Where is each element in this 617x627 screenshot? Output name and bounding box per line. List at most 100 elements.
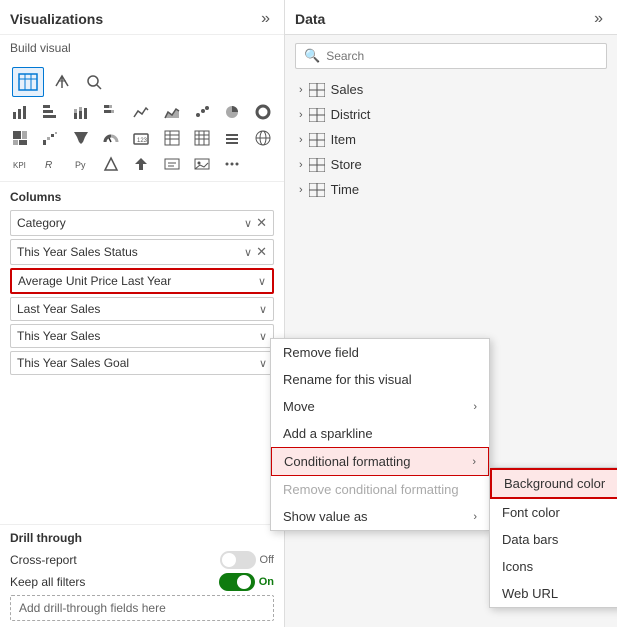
field-actions-sales-status: ∨ ✕: [244, 244, 267, 260]
menu-item-remove-field[interactable]: Remove field: [271, 339, 489, 366]
cross-report-toggle-text: Off: [260, 554, 274, 566]
field-chevron-category[interactable]: ∨: [244, 217, 252, 230]
viz-table-icon[interactable]: [12, 67, 44, 97]
viz-r-icon[interactable]: R: [36, 151, 64, 177]
viz-funnel-icon[interactable]: [67, 125, 95, 151]
viz-hbar-icon[interactable]: [36, 99, 64, 125]
visualizations-panel: Visualizations » Build visual: [0, 0, 285, 627]
search-input[interactable]: [326, 49, 598, 63]
context-menu-secondary: Background color Font color Data bars Ic…: [489, 467, 617, 608]
menu-item-rename[interactable]: Rename for this visual: [271, 366, 489, 393]
field-close-category[interactable]: ✕: [256, 215, 267, 231]
viz-image-icon[interactable]: [188, 151, 216, 177]
viz-scatter-icon[interactable]: [188, 99, 216, 125]
menu-item-show-value-as[interactable]: Show value as ›: [271, 503, 489, 530]
tree-item-district[interactable]: › District: [295, 102, 607, 127]
viz-icons-row1: [6, 99, 278, 125]
viz-map-icon[interactable]: [249, 125, 277, 151]
menu-item-remove-cond-fmt: Remove conditional formatting: [271, 476, 489, 503]
viz-hstack-icon[interactable]: [97, 99, 125, 125]
viz-matrix-icon[interactable]: [188, 125, 216, 151]
tree-item-store[interactable]: › Store: [295, 152, 607, 177]
field-close-sales-status[interactable]: ✕: [256, 244, 267, 260]
svg-text:R: R: [45, 160, 52, 171]
field-row-category[interactable]: Category ∨ ✕: [10, 210, 274, 236]
viz-donut-icon[interactable]: [249, 99, 277, 125]
panel-collapse-button[interactable]: »: [257, 8, 274, 30]
menu-chevron-show-value: ›: [473, 511, 477, 523]
submenu-item-data-bars[interactable]: Data bars: [490, 526, 617, 553]
viz-more-icon[interactable]: [218, 151, 246, 177]
viz-textbox-icon[interactable]: [158, 151, 186, 177]
menu-chevron-cond-fmt: ›: [472, 456, 476, 468]
keep-filters-toggle[interactable]: [219, 573, 255, 591]
submenu-item-icons[interactable]: Icons: [490, 553, 617, 580]
submenu-item-background-color[interactable]: Background color: [490, 468, 617, 499]
time-table-icon: [309, 183, 325, 197]
field-row-last-year[interactable]: Last Year Sales ∨: [10, 297, 274, 321]
field-chevron-avg-price[interactable]: ∨: [258, 275, 266, 288]
viz-stack-icon[interactable]: [67, 99, 95, 125]
viz-search-icon[interactable]: [80, 69, 108, 95]
viz-waterfall-icon[interactable]: [36, 125, 64, 151]
field-actions-this-year-goal: ∨: [259, 357, 267, 370]
tree-chevron-item: ›: [299, 134, 303, 146]
field-row-sales-status[interactable]: This Year Sales Status ∨ ✕: [10, 239, 274, 265]
cross-report-toggle[interactable]: [220, 551, 256, 569]
viz-pie-icon[interactable]: [218, 99, 246, 125]
field-chevron-this-year[interactable]: ∨: [259, 330, 267, 343]
context-menu-primary: Remove field Rename for this visual Move…: [270, 338, 490, 531]
viz-bar-icon[interactable]: [6, 99, 34, 125]
viz-icons-row2: 123: [6, 125, 278, 151]
tree-label-store: Store: [331, 157, 362, 172]
search-box: 🔍: [295, 43, 607, 69]
viz-table2-icon[interactable]: [158, 125, 186, 151]
viz-slicer-icon[interactable]: [218, 125, 246, 151]
tree-item-item[interactable]: › Item: [295, 127, 607, 152]
viz-arrow-icon[interactable]: [127, 151, 155, 177]
field-row-this-year[interactable]: This Year Sales ∨: [10, 324, 274, 348]
svg-text:123: 123: [137, 138, 148, 144]
menu-item-sparkline[interactable]: Add a sparkline: [271, 420, 489, 447]
menu-item-move[interactable]: Move ›: [271, 393, 489, 420]
menu-chevron-move: ›: [473, 401, 477, 413]
submenu-item-web-url[interactable]: Web URL: [490, 580, 617, 607]
viz-kpi-icon[interactable]: KPI: [6, 151, 34, 177]
viz-shape-icon[interactable]: [97, 151, 125, 177]
viz-python-icon[interactable]: Py: [67, 151, 95, 177]
field-chevron-last-year[interactable]: ∨: [259, 303, 267, 316]
tree-chevron-sales: ›: [299, 84, 303, 96]
field-chevron-this-year-goal[interactable]: ∨: [259, 357, 267, 370]
tree-label-sales: Sales: [331, 82, 364, 97]
menu-item-conditional-formatting[interactable]: Conditional formatting ›: [271, 447, 489, 476]
drillthrough-title: Drill through: [10, 531, 274, 545]
drill-add-field[interactable]: Add drill-through fields here: [10, 595, 274, 621]
svg-text:Py: Py: [75, 160, 86, 170]
field-row-this-year-goal[interactable]: This Year Sales Goal ∨: [10, 351, 274, 375]
viz-drill-icon[interactable]: [48, 69, 76, 95]
tree-chevron-store: ›: [299, 159, 303, 171]
submenu-item-font-color[interactable]: Font color: [490, 499, 617, 526]
tree-chevron-time: ›: [299, 184, 303, 196]
viz-card-icon[interactable]: 123: [127, 125, 155, 151]
columns-section: Columns Category ∨ ✕ This Year Sales Sta…: [0, 182, 284, 524]
panel-header: Visualizations »: [0, 0, 284, 35]
field-chevron-sales-status[interactable]: ∨: [244, 246, 252, 259]
tree-item-sales[interactable]: › Sales: [295, 77, 607, 102]
cross-report-label: Cross-report: [10, 553, 77, 567]
item-table-icon: [309, 133, 325, 147]
field-row-avg-price[interactable]: Average Unit Price Last Year ∨: [10, 268, 274, 294]
tree-label-item: Item: [331, 132, 356, 147]
keep-filters-row: Keep all filters On: [10, 573, 274, 591]
viz-line-icon[interactable]: [127, 99, 155, 125]
viz-area-icon[interactable]: [158, 99, 186, 125]
search-icon: 🔍: [304, 48, 320, 64]
data-title: Data: [295, 11, 325, 27]
svg-text:KPI: KPI: [13, 161, 26, 170]
tree-item-time[interactable]: › Time: [295, 177, 607, 202]
viz-gauge-icon[interactable]: [97, 125, 125, 151]
field-actions-category: ∨ ✕: [244, 215, 267, 231]
district-table-icon: [309, 108, 325, 122]
viz-treemap-icon[interactable]: [6, 125, 34, 151]
data-collapse-button[interactable]: »: [590, 8, 607, 30]
